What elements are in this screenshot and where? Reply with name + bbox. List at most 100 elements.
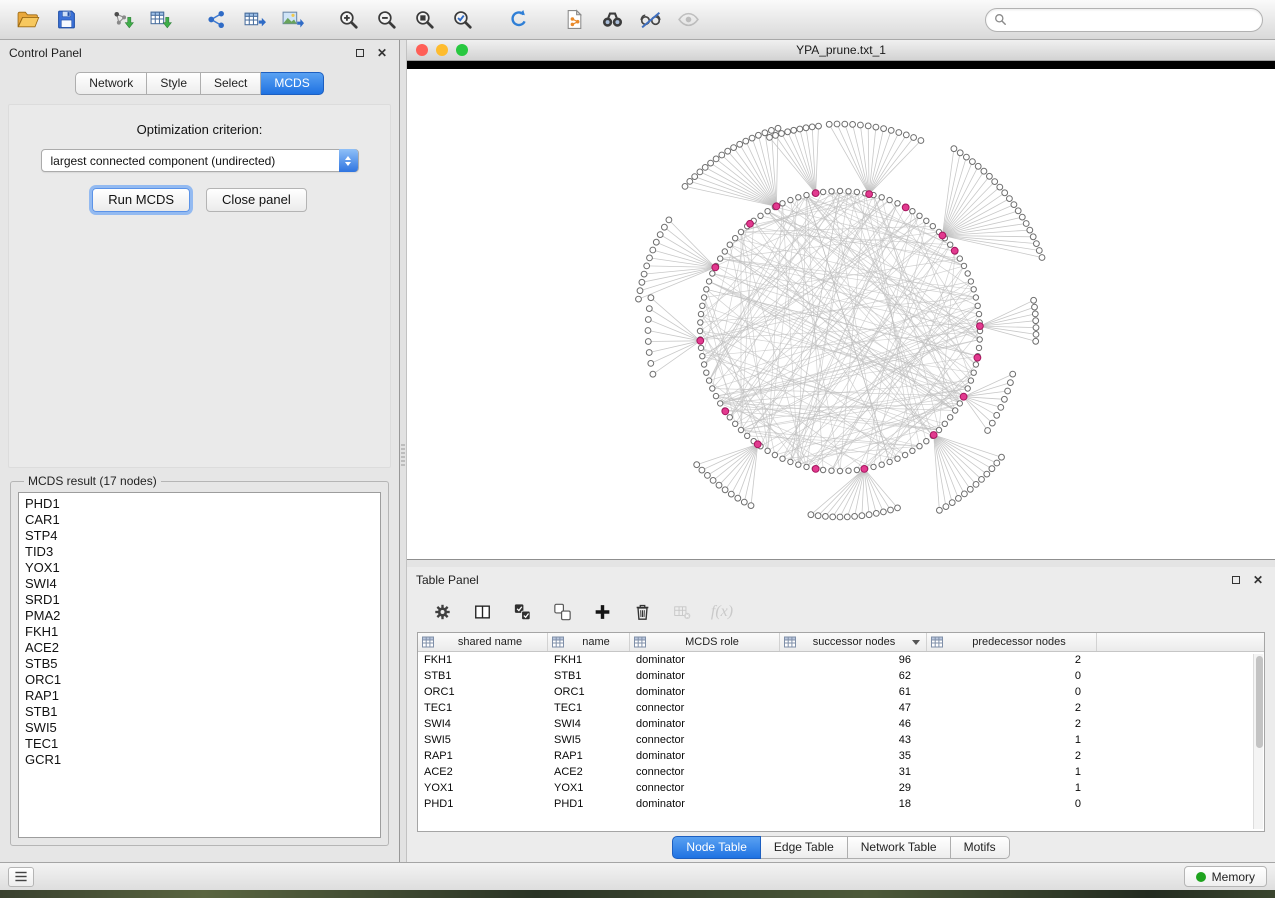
mcds-result-item[interactable]: STP4 <box>25 528 380 544</box>
zoom-in-button[interactable] <box>332 5 364 35</box>
column-header-shared-name[interactable]: shared name <box>418 633 548 651</box>
export-image-button[interactable] <box>276 5 308 35</box>
run-mcds-button[interactable]: Run MCDS <box>92 188 190 212</box>
window-maximize-icon[interactable] <box>456 44 468 56</box>
search-input[interactable] <box>1012 13 1254 27</box>
column-header-mcds-role[interactable]: MCDS role <box>630 633 780 651</box>
float-table-panel-icon[interactable] <box>1228 572 1244 588</box>
optimization-criterion-select[interactable]: largest connected component (undirected) <box>41 149 359 172</box>
cell-shared-name: STB1 <box>418 670 548 682</box>
float-panel-icon[interactable] <box>352 45 368 61</box>
mcds-result-item[interactable]: ORC1 <box>25 672 380 688</box>
mcds-result-item[interactable]: SWI4 <box>25 576 380 592</box>
table-row[interactable]: SWI4SWI4dominator462 <box>418 716 1264 732</box>
cell-successor-nodes: 29 <box>780 782 927 794</box>
mcds-result-item[interactable]: PMA2 <box>25 608 380 624</box>
create-column-button[interactable] <box>589 598 615 626</box>
export-network-button[interactable] <box>200 5 232 35</box>
select-all-columns-button[interactable] <box>509 598 535 626</box>
show-details-button[interactable] <box>672 5 704 35</box>
search-network-button[interactable] <box>596 5 628 35</box>
scrollbar-thumb[interactable] <box>1256 656 1263 748</box>
export-image-icon <box>281 9 304 30</box>
cell-successor-nodes: 18 <box>780 798 927 810</box>
trash-icon <box>633 603 652 621</box>
column-header-predecessor-nodes[interactable]: predecessor nodes <box>927 633 1097 651</box>
table-row[interactable]: FKH1FKH1dominator962 <box>418 652 1264 668</box>
export-document-icon <box>563 9 586 30</box>
memory-button[interactable]: Memory <box>1184 866 1267 887</box>
table-scrollbar[interactable] <box>1253 654 1263 829</box>
column-header-name[interactable]: name <box>548 633 630 651</box>
table-row[interactable]: ACE2ACE2connector311 <box>418 764 1264 780</box>
table-row[interactable]: SWI5SWI5connector431 <box>418 732 1264 748</box>
table-tab-node-table[interactable]: Node Table <box>672 836 761 859</box>
table-row[interactable]: STB1STB1dominator620 <box>418 668 1264 684</box>
unselect-all-columns-button[interactable] <box>549 598 575 626</box>
table-tab-network-table[interactable]: Network Table <box>848 836 951 859</box>
close-table-panel-icon[interactable]: ✕ <box>1250 572 1266 588</box>
hide-details-button[interactable] <box>634 5 666 35</box>
zoom-out-button[interactable] <box>370 5 402 35</box>
tab-mcds[interactable]: MCDS <box>261 72 323 95</box>
table-column-icon <box>784 636 796 648</box>
table-row[interactable]: ORC1ORC1dominator610 <box>418 684 1264 700</box>
search-box[interactable] <box>985 8 1263 32</box>
table-panel-titlebar: Table Panel ✕ <box>407 567 1275 592</box>
mcds-result-item[interactable]: RAP1 <box>25 688 380 704</box>
mcds-result-item[interactable]: CAR1 <box>25 512 380 528</box>
network-canvas[interactable] <box>407 69 1275 559</box>
save-session-button[interactable] <box>50 5 82 35</box>
zoom-fit-button[interactable] <box>408 5 440 35</box>
mcds-result-item[interactable]: TID3 <box>25 544 380 560</box>
mcds-result-item[interactable]: TEC1 <box>25 736 380 752</box>
unselect-all-icon <box>553 603 572 621</box>
table-row[interactable]: RAP1RAP1dominator352 <box>418 748 1264 764</box>
gear-icon <box>433 603 452 621</box>
mcds-result-item[interactable]: YOX1 <box>25 560 380 576</box>
tab-select[interactable]: Select <box>201 72 261 95</box>
horizontal-splitter[interactable] <box>407 560 1275 567</box>
mcds-result-item[interactable]: FKH1 <box>25 624 380 640</box>
import-table-button[interactable] <box>144 5 176 35</box>
delete-table-button[interactable] <box>669 598 695 626</box>
window-minimize-icon[interactable] <box>436 44 448 56</box>
close-panel-icon[interactable]: ✕ <box>374 45 390 61</box>
table-row[interactable]: PHD1PHD1dominator180 <box>418 796 1264 812</box>
table-row[interactable]: YOX1YOX1connector291 <box>418 780 1264 796</box>
vertical-splitter[interactable] <box>400 40 407 862</box>
memory-label: Memory <box>1212 870 1255 884</box>
table-tab-edge-table[interactable]: Edge Table <box>761 836 848 859</box>
tab-style[interactable]: Style <box>147 72 201 95</box>
mcds-result-item[interactable]: SWI5 <box>25 720 380 736</box>
network-view-titlebar[interactable]: YPA_prune.txt_1 <box>407 40 1275 61</box>
table-tab-motifs[interactable]: Motifs <box>951 836 1010 859</box>
table-options-button[interactable] <box>429 598 455 626</box>
column-header-successor-nodes[interactable]: successor nodes <box>780 633 927 651</box>
mcds-result-item[interactable]: GCR1 <box>25 752 380 768</box>
mcds-result-item[interactable]: STB5 <box>25 656 380 672</box>
mcds-tab-content: Optimization criterion: largest connecte… <box>8 104 391 468</box>
export-document-button[interactable] <box>558 5 590 35</box>
tab-network[interactable]: Network <box>75 72 147 95</box>
mcds-result-item[interactable]: STB1 <box>25 704 380 720</box>
network-graph <box>407 69 1275 559</box>
table-row[interactable]: TEC1TEC1connector472 <box>418 700 1264 716</box>
show-columns-button[interactable] <box>469 598 495 626</box>
mcds-result-item[interactable]: ACE2 <box>25 640 380 656</box>
mcds-result-item[interactable]: PHD1 <box>25 496 380 512</box>
table-header-row: shared namenameMCDS rolesuccessor nodesp… <box>418 633 1264 652</box>
import-network-button[interactable] <box>106 5 138 35</box>
close-panel-button[interactable]: Close panel <box>206 188 307 212</box>
delete-column-button[interactable] <box>629 598 655 626</box>
mcds-result-list[interactable]: PHD1CAR1STP4TID3YOX1SWI4SRD1PMA2FKH1ACE2… <box>18 492 381 838</box>
refresh-view-button[interactable] <box>502 5 534 35</box>
function-builder-button[interactable]: f(x) <box>709 598 735 626</box>
cell-predecessor-nodes: 1 <box>927 734 1097 746</box>
export-table-button[interactable] <box>238 5 270 35</box>
window-close-icon[interactable] <box>416 44 428 56</box>
zoom-selected-button[interactable] <box>446 5 478 35</box>
open-file-button[interactable] <box>12 5 44 35</box>
mcds-result-item[interactable]: SRD1 <box>25 592 380 608</box>
status-menu-button[interactable] <box>8 867 34 887</box>
